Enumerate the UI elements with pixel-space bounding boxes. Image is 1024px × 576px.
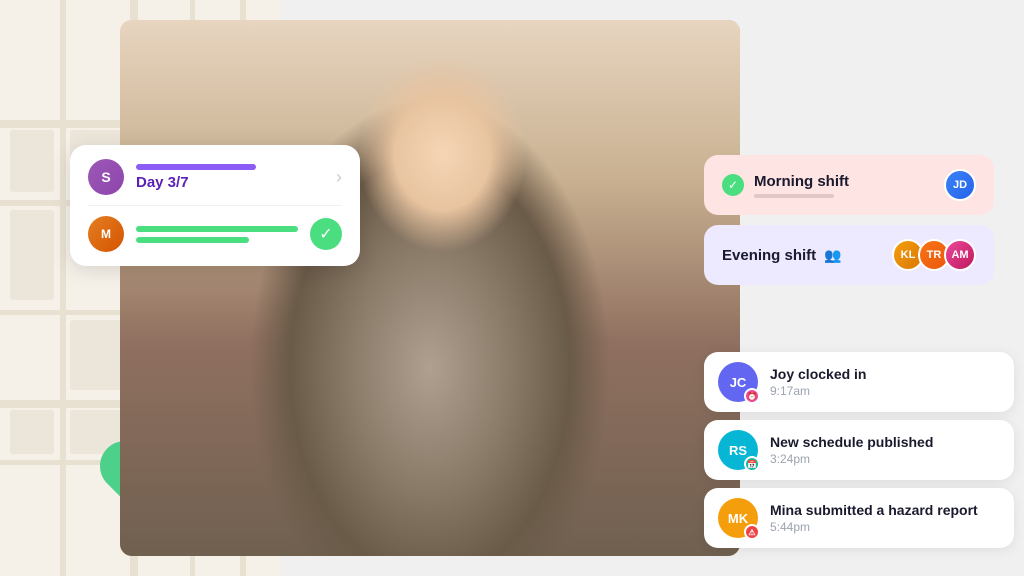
morning-shift-bar: [754, 194, 834, 198]
notif-title-3: Mina submitted a hazard report: [770, 502, 1000, 518]
notifications-area: JC ⏰ Joy clocked in 9:17am RS 📅 New sche…: [704, 352, 1014, 556]
notification-item: JC ⏰ Joy clocked in 9:17am: [704, 352, 1014, 412]
evening-shift-card: Evening shift 👥 KL TR AM: [704, 225, 994, 285]
shift-avatar-4: AM: [944, 239, 976, 271]
map-block: [70, 320, 122, 390]
avatar-male: M: [88, 216, 124, 252]
evening-shift-text: Evening shift 👥: [722, 247, 882, 264]
notif-badge-calendar: 📅: [744, 456, 760, 472]
check-circle-icon: ✓: [310, 218, 342, 250]
notif-title-1: Joy clocked in: [770, 366, 1000, 382]
notif-time-3: 5:44pm: [770, 520, 1000, 534]
evening-shift-label: Evening shift: [722, 247, 816, 264]
task-bar-short: [136, 237, 249, 243]
notif-content-1: Joy clocked in 9:17am: [770, 366, 1000, 398]
main-photo: [120, 20, 740, 556]
notif-title-2: New schedule published: [770, 434, 1000, 450]
map-block: [10, 210, 54, 300]
notif-time-1: 9:17am: [770, 384, 1000, 398]
day-label: Day 3/7: [136, 174, 324, 191]
notif-content-2: New schedule published 3:24pm: [770, 434, 1000, 466]
day-card-top-row: S Day 3/7 ›: [88, 159, 342, 195]
avatar-female: S: [88, 159, 124, 195]
morning-shift-name: Morning shift: [754, 173, 940, 190]
task-row: M ✓: [88, 216, 342, 252]
morning-shift-avatars: JD: [950, 169, 976, 201]
morning-shift-card: ✓ Morning shift JD: [704, 155, 994, 215]
day-card: S Day 3/7 › M ✓: [70, 145, 360, 266]
people-icon: 👥: [824, 247, 841, 264]
notification-item: RS 📅 New schedule published 3:24pm: [704, 420, 1014, 480]
notif-avatar-3: MK ⚠: [718, 498, 758, 538]
shift-avatar-1: JD: [944, 169, 976, 201]
morning-shift-text: Morning shift: [754, 173, 940, 198]
task-bar-full: [136, 226, 298, 232]
day-info: Day 3/7: [136, 164, 324, 191]
notif-badge-warning: ⚠: [744, 524, 760, 540]
notif-avatar-2: RS 📅: [718, 430, 758, 470]
day-progress-bar: [136, 164, 256, 170]
morning-shift-check-icon: ✓: [722, 174, 744, 196]
notif-time-2: 3:24pm: [770, 452, 1000, 466]
evening-shift-name: Evening shift 👥: [722, 247, 882, 264]
notification-item: MK ⚠ Mina submitted a hazard report 5:44…: [704, 488, 1014, 548]
notif-content-3: Mina submitted a hazard report 5:44pm: [770, 502, 1000, 534]
shifts-area: ✓ Morning shift JD Evening shift 👥 KL TR…: [704, 155, 994, 295]
divider: [88, 205, 342, 206]
chevron-right-icon[interactable]: ›: [336, 167, 342, 188]
map-block: [10, 410, 54, 454]
task-bars: [136, 226, 298, 243]
notif-badge-clock: ⏰: [744, 388, 760, 404]
evening-shift-avatars: KL TR AM: [892, 239, 976, 271]
notif-avatar-1: JC ⏰: [718, 362, 758, 402]
map-block: [10, 130, 54, 192]
map-road: [60, 0, 66, 576]
